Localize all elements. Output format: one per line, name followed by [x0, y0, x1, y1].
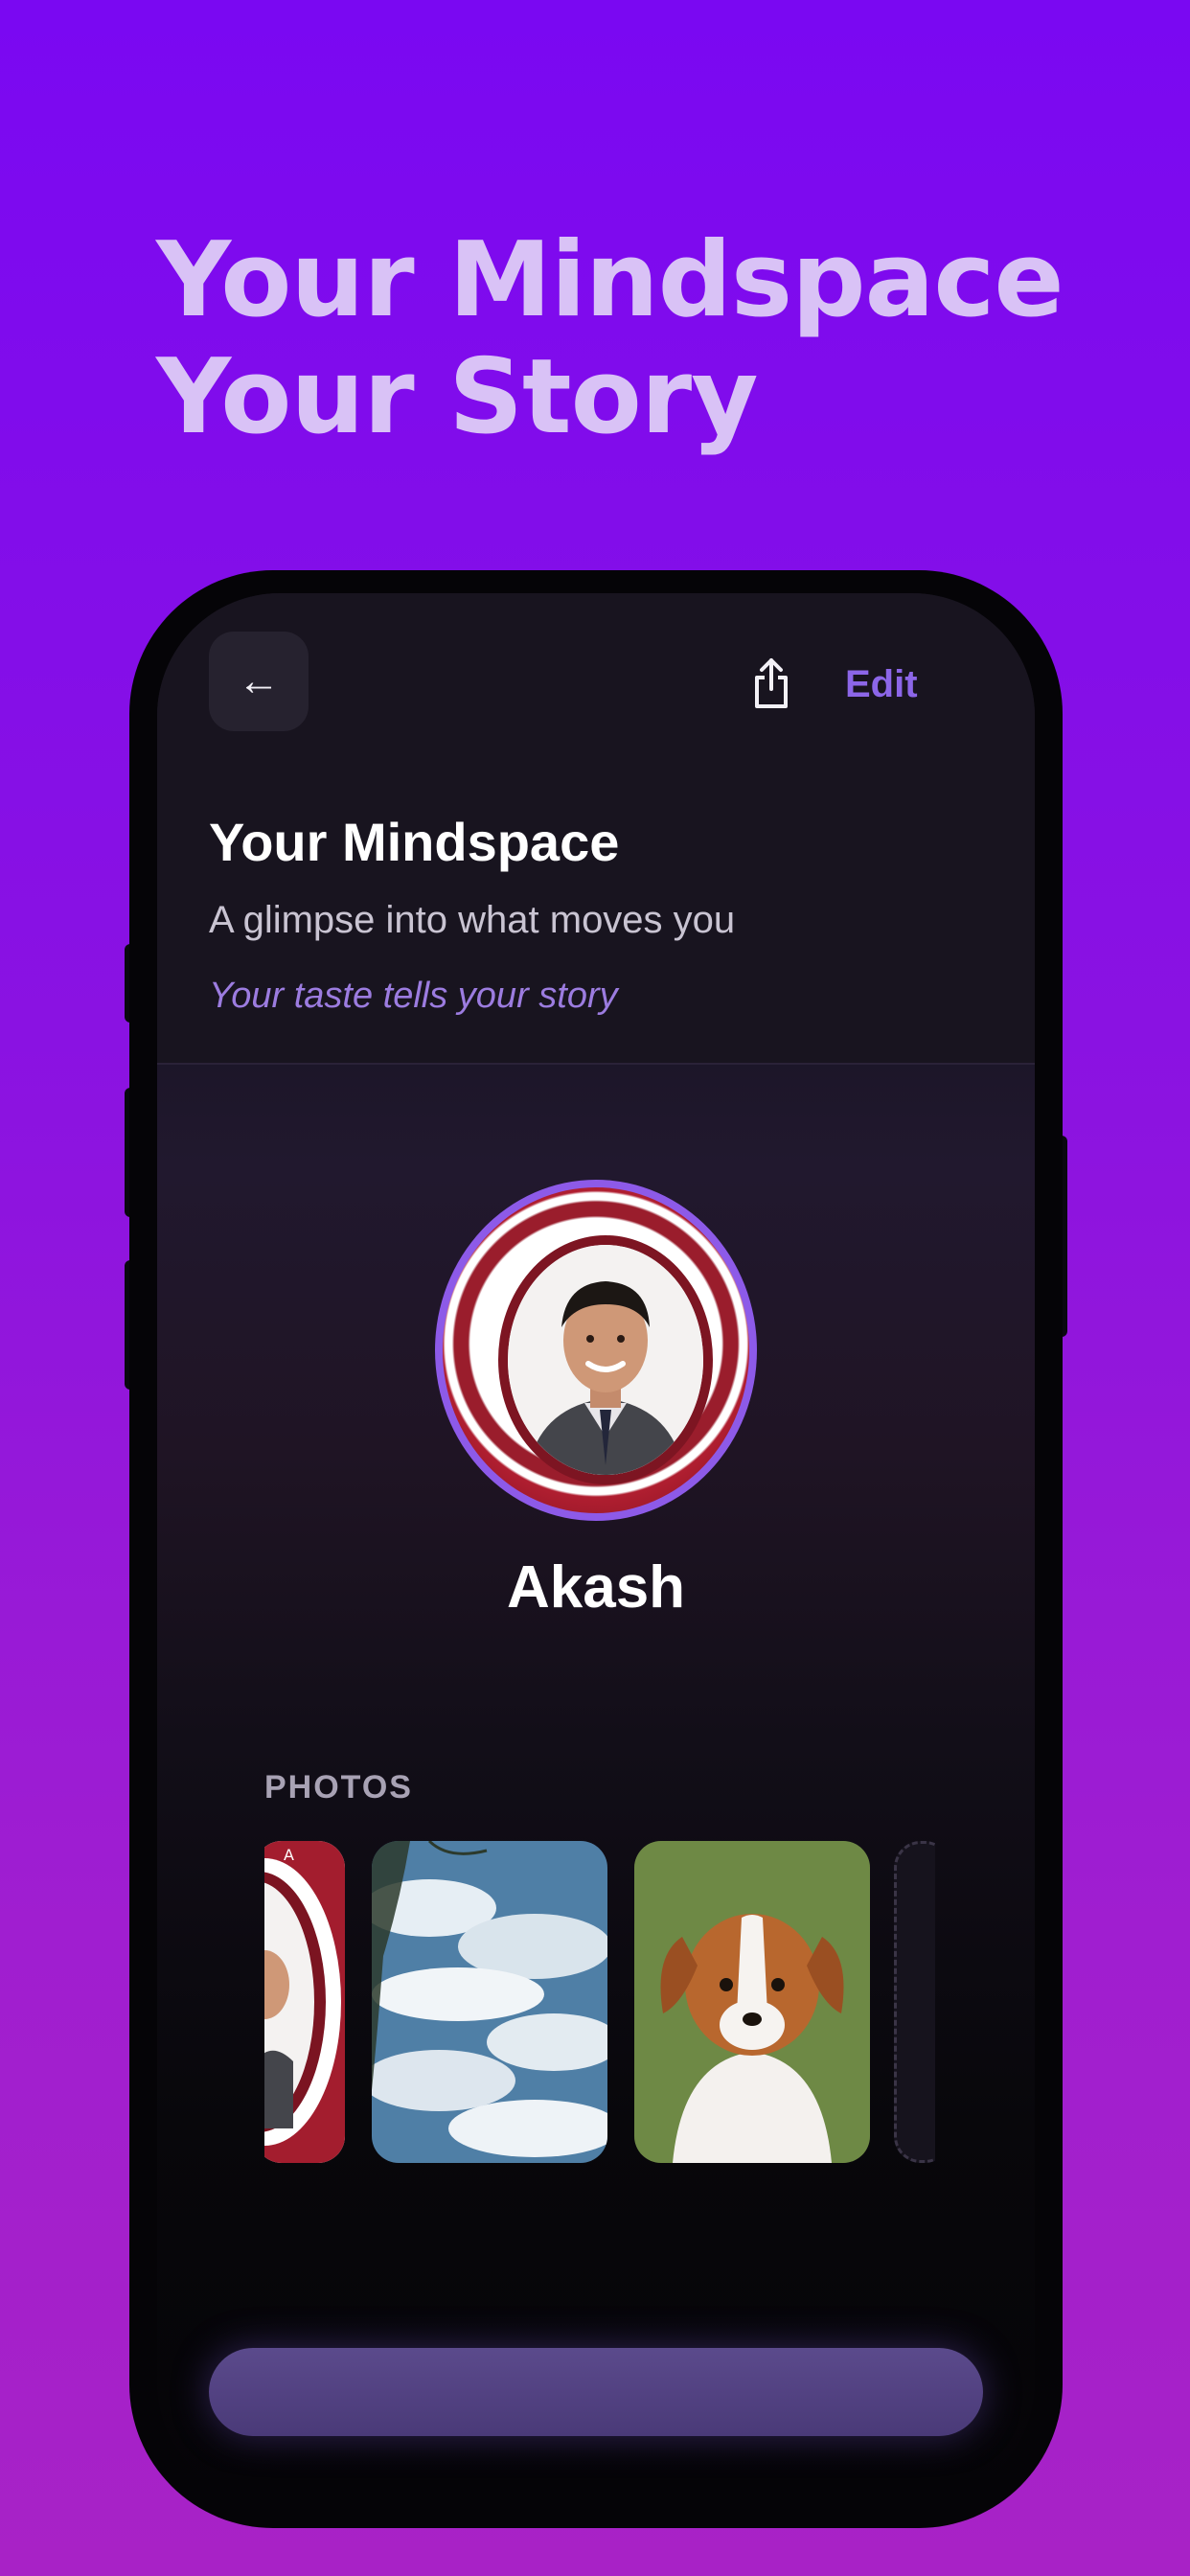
add-photo-slot[interactable] [894, 1841, 935, 2163]
bottom-action-button[interactable] [209, 2348, 983, 2436]
svg-text:A: A [284, 1846, 294, 1864]
sky-clouds-image [372, 1841, 607, 2163]
back-button[interactable]: ← [209, 632, 309, 731]
marketing-headline: Your Mindspace Your Story [156, 222, 1114, 456]
photos-carousel[interactable]: A [264, 1841, 935, 2163]
share-button[interactable] [751, 656, 791, 710]
photo-thumbnail-profile[interactable]: A [264, 1841, 345, 2163]
avatar-photo [498, 1235, 713, 1484]
phone-screen: ← Edit Your Mindspace A glimpse into wha… [157, 593, 1035, 2505]
avatar[interactable] [435, 1180, 757, 1521]
puppy-image [634, 1841, 870, 2163]
profile-photo-image: A [264, 1841, 345, 2163]
page-title: Your Mindspace [209, 812, 620, 872]
edit-button[interactable]: Edit [845, 660, 918, 708]
photos-section-label: PHOTOS [264, 1769, 413, 1806]
photo-thumbnail-puppy[interactable] [634, 1841, 870, 2163]
headline-line-2: Your Story [156, 337, 759, 457]
profile-name: Akash [506, 1554, 686, 1621]
share-icon [755, 658, 788, 708]
person-portrait-image [508, 1245, 703, 1475]
page-tagline: Your taste tells your story [209, 976, 618, 1016]
page-subtitle: A glimpse into what moves you [209, 899, 736, 941]
photo-thumbnail-sky[interactable] [372, 1841, 607, 2163]
back-arrow-icon: ← [238, 657, 280, 704]
headline-line-1: Your Mindspace [156, 220, 1064, 340]
header-divider [157, 1063, 1035, 1065]
avatar-badge-frame [443, 1187, 749, 1513]
phone-frame: ← Edit Your Mindspace A glimpse into wha… [129, 570, 1063, 2528]
